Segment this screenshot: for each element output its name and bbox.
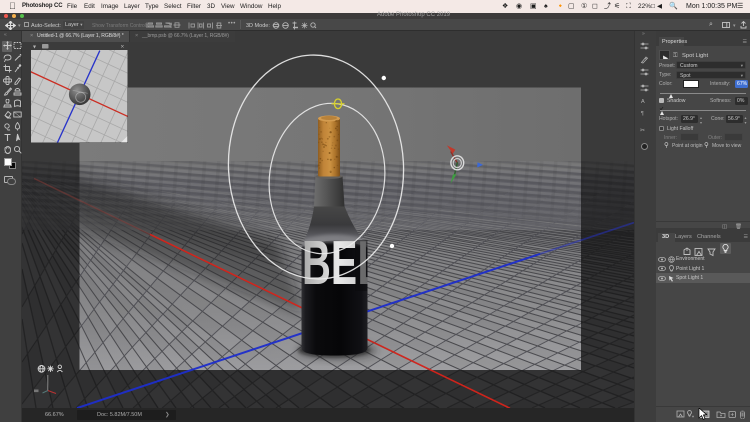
svg-text:▾: ▾	[33, 44, 36, 50]
svg-text:×: ×	[121, 44, 125, 51]
